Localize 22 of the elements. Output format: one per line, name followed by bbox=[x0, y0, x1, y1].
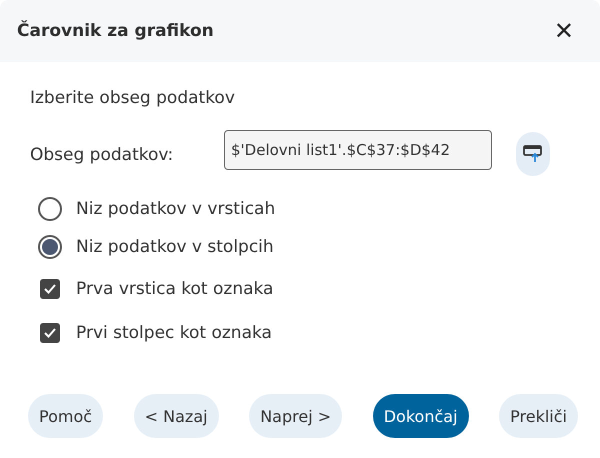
radio-button[interactable] bbox=[38, 197, 62, 221]
checkbox[interactable] bbox=[40, 323, 60, 343]
shrink-button[interactable] bbox=[516, 132, 550, 176]
section-title: Izberite obseg podatkov bbox=[30, 88, 236, 108]
checkbox-label: Prvi stolpec kot oznaka bbox=[76, 323, 272, 343]
checkbox[interactable] bbox=[40, 279, 60, 299]
check-icon bbox=[43, 327, 57, 339]
range-field[interactable]: $'Delovni list1'.$C$37:$D$42 bbox=[224, 130, 492, 170]
finish-button[interactable]: Dokončaj bbox=[372, 394, 469, 438]
window-title: Čarovnik za grafikon bbox=[17, 21, 214, 41]
radio-button[interactable] bbox=[38, 235, 62, 259]
dialog-button[interactable]: Pomoč bbox=[28, 394, 104, 438]
checkbox-label: Prva vrstica kot oznaka bbox=[76, 279, 274, 299]
check-icon bbox=[43, 283, 57, 295]
dialog-button[interactable]: Naprej > bbox=[249, 394, 342, 438]
shrink-icon bbox=[523, 145, 543, 163]
dialog-button[interactable]: Prekliči bbox=[499, 394, 578, 438]
range-label: Obseg podatkov: bbox=[30, 145, 174, 165]
radio-label: Niz podatkov v vrsticah bbox=[76, 199, 276, 219]
close-button[interactable]: ✕ bbox=[550, 17, 578, 45]
dialog-button[interactable]: < Nazaj bbox=[134, 394, 219, 438]
radio-label: Niz podatkov v stolpcih bbox=[76, 237, 274, 257]
